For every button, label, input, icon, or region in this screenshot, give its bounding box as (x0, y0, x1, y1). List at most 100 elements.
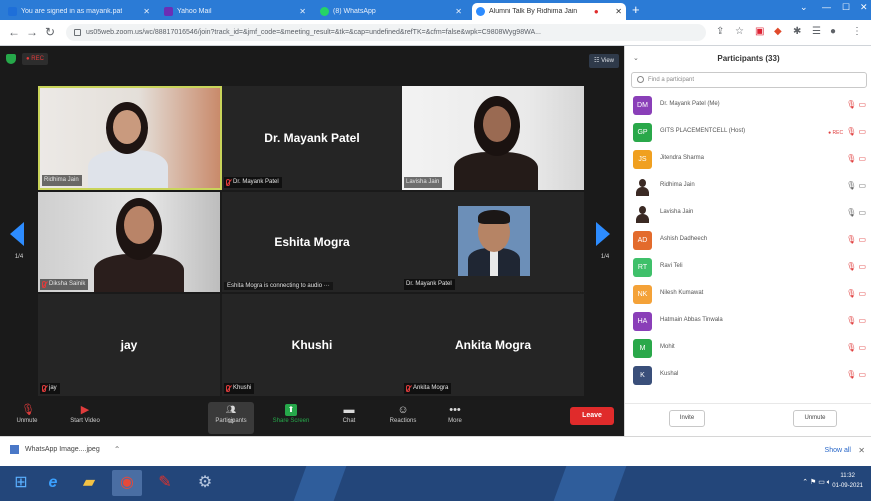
url-input[interactable]: us05web.zoom.us/wc/88817016546/join?trac… (66, 24, 706, 41)
extensions-puzzle-icon[interactable]: ✱ (793, 26, 801, 37)
file-explorer-icon[interactable]: ▰ (74, 470, 104, 496)
start-video-label: Start Video (70, 418, 100, 424)
star-bookmark-icon[interactable]: ☆ (735, 26, 744, 37)
video-tile-khushi[interactable]: Khushi Khushi (222, 294, 402, 396)
participant-row[interactable]: DM Dr. Mayank Patel (Me) 🎙︎ ▭ (625, 92, 871, 119)
participant-row[interactable]: JS Jitendra Sharma 🎙︎ ▭ (625, 146, 871, 173)
system-clock[interactable]: 11:32 01-09-2021 (832, 471, 863, 491)
profile-icon[interactable]: ● (830, 26, 836, 37)
invite-button[interactable]: Invite (669, 410, 705, 427)
browser-tab-whatsapp[interactable]: (8) WhatsApp ✕ (316, 3, 466, 20)
participant-row[interactable]: GP GITS PLACEMENTCELL (Host) ● REC 🎙︎ ▭ (625, 119, 871, 146)
mic-muted-icon (406, 385, 410, 392)
reading-list-icon[interactable]: ☰ (812, 26, 821, 37)
close-window-icon[interactable]: ✕ (860, 2, 868, 13)
reload-icon[interactable]: ↻ (45, 25, 55, 39)
chevron-up-icon[interactable]: ⌃ (114, 445, 121, 454)
internet-explorer-icon[interactable]: e (38, 470, 68, 496)
download-item[interactable]: WhatsApp Image....jpeg ⌃ (10, 445, 120, 454)
security-shield-icon[interactable] (6, 54, 16, 64)
participant-search-input[interactable]: Find a participant (631, 72, 867, 88)
video-off-icon: ▭ (856, 154, 866, 163)
view-button[interactable]: ☷ View (589, 54, 619, 68)
chevron-down-icon[interactable]: ⌄ (633, 46, 639, 72)
participants-button[interactable]: 👥︎33 Participants (208, 402, 254, 434)
tab-close-icon[interactable]: ✕ (611, 7, 622, 16)
start-video-button[interactable]: ▶︎ Start Video (62, 402, 108, 434)
new-tab-button[interactable]: + (632, 3, 640, 17)
video-tile-ankita[interactable]: Ankita Mogra Ankita Mogra (402, 294, 584, 396)
back-arrow-icon[interactable]: ← (8, 25, 20, 39)
chat-button[interactable]: ▬ Chat (326, 402, 372, 434)
participant-avatar: GP (633, 123, 652, 142)
video-tile-diksha[interactable]: Diksha Sainik (38, 192, 220, 292)
maximize-icon[interactable]: ☐ (842, 2, 850, 13)
previous-page-button[interactable]: 1/4 (4, 216, 34, 276)
next-page-button[interactable]: 1/4 (590, 216, 620, 276)
video-tile-mayank-photo[interactable]: Dr. Mayank Patel (402, 192, 584, 292)
participant-name-center: Dr. Mayank Patel (264, 131, 360, 145)
participant-row[interactable]: AD Ashish Dadheech 🎙︎ ▭ (625, 227, 871, 254)
settings-app-icon[interactable]: ⚙ (190, 470, 220, 496)
unmute-button[interactable]: 🎙︎ Unmute (4, 402, 50, 434)
video-off-icon: ▭ (856, 100, 866, 109)
participant-row[interactable]: Lavisha Jain 🎙︎ ▭ (625, 200, 871, 227)
extension-icon[interactable]: ◆ (774, 26, 782, 37)
chrome-icon[interactable]: ◉ (112, 470, 142, 496)
browser-tab-alumni-talk[interactable]: Alumni Talk By Ridhima Jain ● ✕ (472, 3, 626, 20)
recording-dot-icon: ● (593, 7, 599, 16)
windows-start-icon[interactable]: ⊞ (6, 470, 36, 496)
tab-close-icon[interactable]: ✕ (295, 7, 306, 16)
participant-row[interactable]: M Mohit 🎙︎ ▭ (625, 335, 871, 362)
leave-button[interactable]: Leave (570, 407, 614, 425)
more-label: More (448, 418, 462, 424)
participant-name-label: Ankita Mogra (404, 383, 452, 394)
participant-avatar: K (633, 366, 652, 385)
close-icon[interactable]: ✕ (858, 446, 865, 455)
mic-muted-icon (226, 179, 230, 186)
video-tile-jay[interactable]: jay jay (38, 294, 220, 396)
participant-row[interactable]: K Kushal 🎙︎ ▭ (625, 362, 871, 389)
tab-close-icon[interactable]: ✕ (139, 7, 150, 16)
share-screen-button[interactable]: ⬆ Share Screen (268, 402, 314, 434)
participants-header: ⌄ Participants (33) (625, 46, 871, 70)
unmute-me-button[interactable]: Unmute (793, 410, 837, 427)
windows-taskbar: ⊞ e ▰ ◉ ✎ ⚙ ⌃ ⚑ ▭ 🔈︎ 11:32 01-09-2021 (0, 466, 871, 501)
participant-avatar (633, 177, 652, 196)
mic-muted-icon: 🎙︎ (846, 316, 857, 325)
chat-label: Chat (342, 418, 356, 424)
video-tile-eshita[interactable]: Eshita Mogra Eshita Mogra is connecting … (222, 192, 402, 292)
acrobat-reader-icon[interactable]: ✎ (150, 470, 180, 496)
person-face (113, 110, 141, 144)
video-tile-lavisha[interactable]: Lavisha Jain (402, 86, 584, 190)
meeting-toolbar: 🎙︎ Unmute ▶︎ Start Video 👥︎33 Participan… (0, 400, 624, 436)
show-all-link[interactable]: Show all (825, 447, 851, 454)
participant-name: Ravi Teli (660, 263, 683, 269)
mic-muted-icon (42, 281, 46, 288)
system-tray[interactable]: ⌃ ⚑ ▭ 🔈︎ (802, 478, 831, 487)
video-tile-ridhima[interactable]: Ridhima Jain (38, 86, 222, 190)
participant-row[interactable]: RT Ravi Teli 🎙︎ ▭ (625, 254, 871, 281)
share-icon[interactable]: ⇪ (716, 26, 724, 37)
reactions-button[interactable]: ☺ Reactions (380, 402, 426, 434)
browser-tab-yahoo[interactable]: Yahoo Mail ✕ (160, 3, 310, 20)
participant-row[interactable]: Ridhima Jain 🎙︎ ▭ (625, 173, 871, 200)
chevron-down-icon[interactable]: ⌄ (800, 2, 808, 13)
video-off-icon: ▭ (856, 343, 866, 352)
video-tile-mayank[interactable]: Dr. Mayank Patel Dr. Mayank Patel (222, 86, 402, 190)
mic-on-icon: 🎙︎ (846, 208, 857, 217)
more-button[interactable]: ••• More (432, 402, 478, 434)
extension-icon[interactable]: ▣ (755, 26, 764, 37)
mic-muted-icon: 🎙︎ (846, 235, 857, 244)
browser-menu-icon[interactable]: ⋮ (852, 26, 862, 37)
browser-tab-zoom-signin[interactable]: You are signed in as mayank.pat ✕ (4, 3, 154, 20)
participant-row[interactable]: HA Hatmain Abbas Tinwala 🎙︎ ▭ (625, 308, 871, 335)
mic-muted-icon: 🎙︎ (846, 154, 857, 163)
meeting-top-bar: ● REC ☷ View (0, 46, 624, 76)
wallpaper-stripe (293, 466, 347, 501)
tab-close-icon[interactable]: ✕ (451, 7, 462, 16)
mic-muted-icon (42, 385, 46, 392)
forward-arrow-icon[interactable]: → (26, 25, 38, 39)
participant-row[interactable]: NK Nilesh Kumawat 🎙︎ ▭ (625, 281, 871, 308)
minimize-icon[interactable]: — (822, 2, 831, 12)
